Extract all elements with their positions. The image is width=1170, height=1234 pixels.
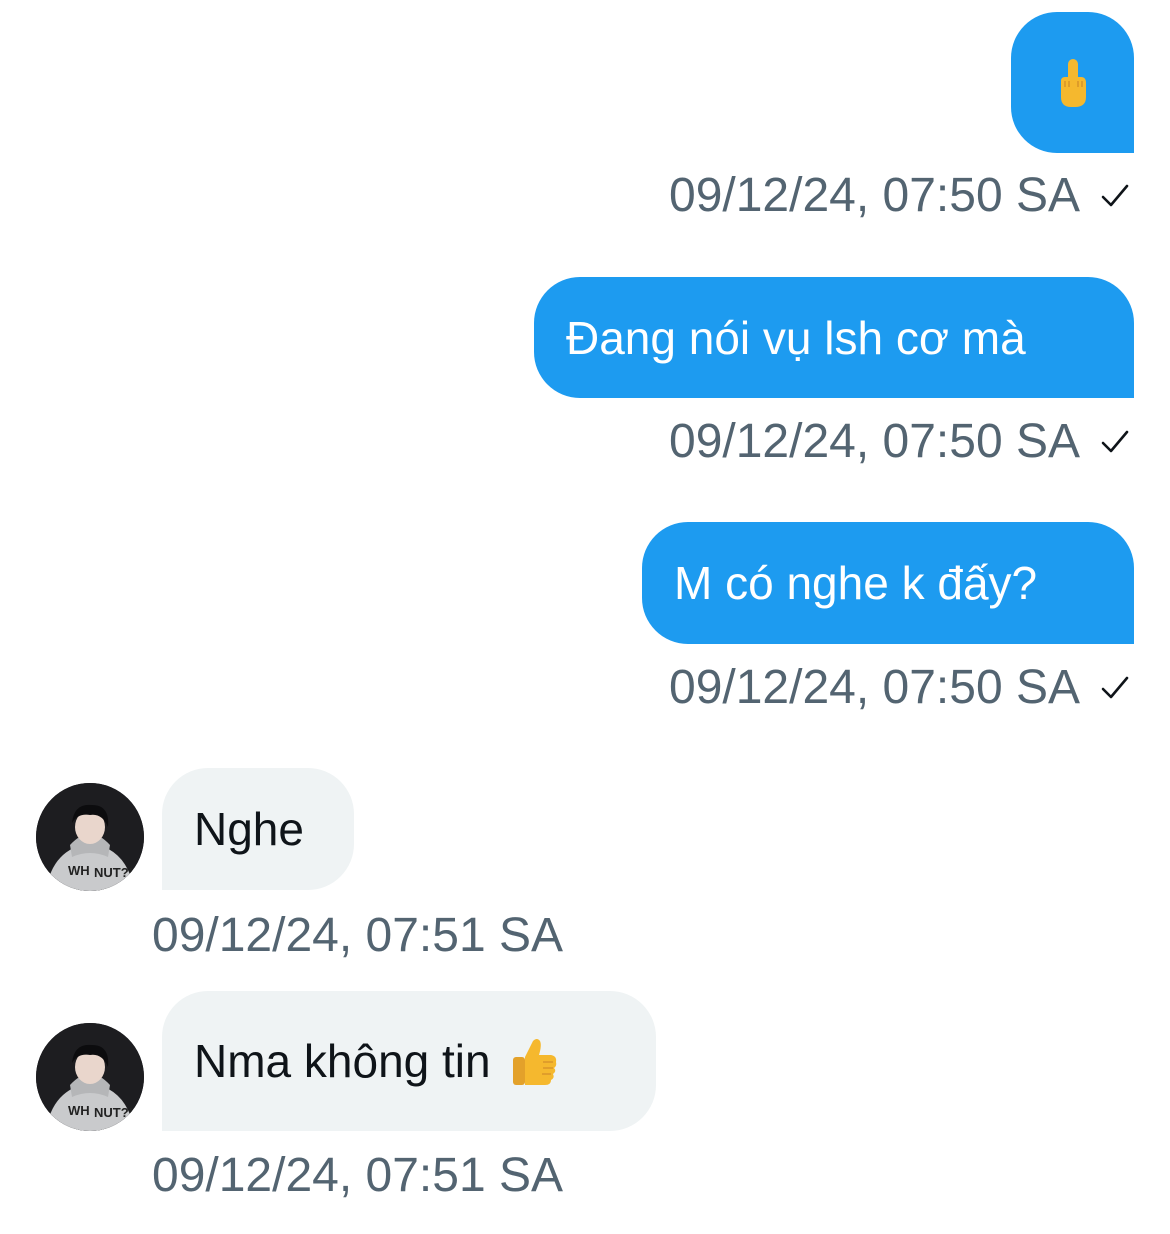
- message-bubble-incoming[interactable]: Nma không tin: [162, 991, 656, 1131]
- message-bubble-outgoing[interactable]: Đang nói vụ lsh cơ mà: [534, 277, 1134, 398]
- thumbs-up-emoji-icon: [512, 1039, 556, 1085]
- message-bubble-outgoing[interactable]: [1011, 12, 1134, 153]
- message-text: Nma không tin: [194, 1035, 491, 1087]
- timestamp-text: 09/12/24, 07:50 SA: [669, 661, 1080, 714]
- sent-check-icon: [1101, 184, 1129, 207]
- svg-text:NUT?!: NUT?!: [94, 865, 133, 880]
- avatar-image: WH NUT?!: [36, 1023, 144, 1131]
- svg-text:NUT?!: NUT?!: [94, 1105, 133, 1120]
- message-timestamp: 09/12/24, 07:51 SA: [152, 1152, 563, 1200]
- avatar-image: WH NUT?!: [36, 783, 144, 891]
- timestamp-text: 09/12/24, 07:50 SA: [669, 415, 1080, 468]
- message-text: Nghe: [194, 803, 304, 855]
- message-bubble-outgoing[interactable]: M có nghe k đấy?: [642, 522, 1134, 644]
- sent-check-icon: [1101, 430, 1129, 453]
- sent-check-icon: [1101, 676, 1129, 699]
- svg-text:WH: WH: [68, 1103, 90, 1118]
- middle-finger-emoji-icon: [1060, 58, 1086, 107]
- message-timestamp: 09/12/24, 07:50 SA: [669, 664, 1132, 712]
- message-timestamp: 09/12/24, 07:51 SA: [152, 912, 563, 960]
- message-text: M có nghe k đấy?: [674, 557, 1038, 609]
- message-timestamp: 09/12/24, 07:50 SA: [669, 172, 1132, 220]
- message-bubble-incoming[interactable]: Nghe: [162, 768, 354, 890]
- message-text: Đang nói vụ lsh cơ mà: [566, 311, 1026, 364]
- avatar[interactable]: WH NUT?!: [36, 783, 144, 891]
- timestamp-text: 09/12/24, 07:51 SA: [152, 909, 563, 962]
- svg-text:WH: WH: [68, 863, 90, 878]
- avatar[interactable]: WH NUT?!: [36, 1023, 144, 1131]
- timestamp-text: 09/12/24, 07:51 SA: [152, 1149, 563, 1202]
- timestamp-text: 09/12/24, 07:50 SA: [669, 169, 1080, 222]
- message-timestamp: 09/12/24, 07:50 SA: [669, 418, 1132, 466]
